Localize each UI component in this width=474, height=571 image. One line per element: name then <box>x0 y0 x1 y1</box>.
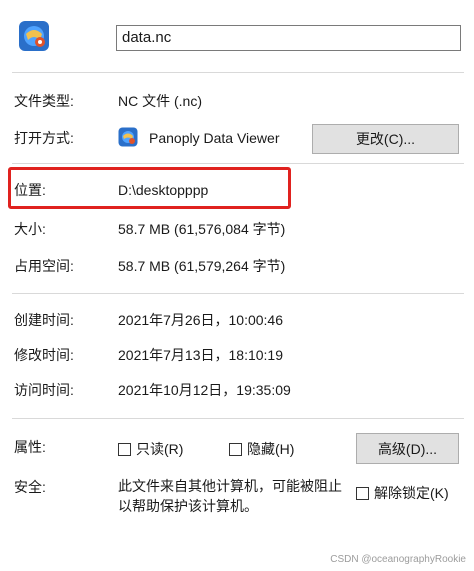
panoply-app-icon <box>118 127 138 147</box>
size-on-disk-value: 58.7 MB (61,579,264 字节) <box>118 258 286 274</box>
readonly-label[interactable]: 只读(R) <box>136 440 183 458</box>
attributes-label: 属性: <box>14 439 46 455</box>
file-type-value: NC 文件 (.nc) <box>118 93 202 109</box>
watermark: CSDN @oceanographyRookie <box>330 554 466 565</box>
accessed-label: 访问时间: <box>14 382 74 398</box>
unblock-label[interactable]: 解除锁定(K) <box>374 484 449 502</box>
divider <box>12 293 464 294</box>
hidden-checkbox[interactable] <box>229 443 242 456</box>
readonly-checkbox[interactable] <box>118 443 131 456</box>
file-icon <box>18 20 50 52</box>
security-text-line2: 以帮助保护该计算机。 <box>118 498 258 514</box>
size-value: 58.7 MB (61,576,084 字节) <box>118 221 286 237</box>
hidden-label[interactable]: 隐藏(H) <box>247 440 294 458</box>
divider <box>12 72 464 73</box>
security-text-line1: 此文件来自其他计算机，可能被阻止 <box>118 478 342 494</box>
modified-value: 2021年7月13日，18:10:19 <box>118 347 283 363</box>
size-on-disk-label: 占用空间: <box>14 258 74 274</box>
divider <box>12 163 464 164</box>
accessed-value: 2021年10月12日，19:35:09 <box>118 382 291 398</box>
size-label: 大小: <box>14 221 46 237</box>
location-highlight-box <box>8 167 291 209</box>
divider <box>12 418 464 419</box>
created-value: 2021年7月26日，10:00:46 <box>118 312 283 328</box>
unblock-checkbox[interactable] <box>356 487 369 500</box>
filename-field[interactable]: data.nc <box>116 25 461 51</box>
opens-with-app-name: Panoply Data Viewer <box>149 130 280 146</box>
opens-with-label: 打开方式: <box>14 130 74 146</box>
advanced-button[interactable]: 高级(D)... <box>356 433 459 464</box>
modified-label: 修改时间: <box>14 347 74 363</box>
change-app-button[interactable]: 更改(C)... <box>312 124 459 154</box>
created-label: 创建时间: <box>14 312 74 328</box>
security-label: 安全: <box>14 479 46 495</box>
file-type-label: 文件类型: <box>14 93 74 109</box>
